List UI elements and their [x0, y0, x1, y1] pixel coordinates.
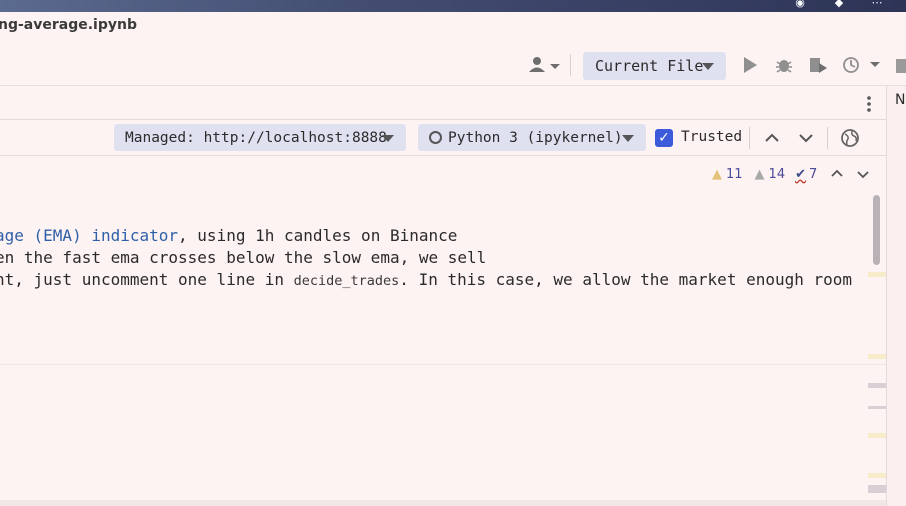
cell-line-3-post: . In this case, we allow the market enou…: [399, 270, 853, 289]
run-config-selector[interactable]: Current File: [583, 52, 726, 80]
grid-icon[interactable]: ⋯: [869, 0, 885, 12]
kernel-status-icon: [429, 131, 442, 144]
cell-line-1-text: , using 1h candles on Binance: [178, 226, 458, 245]
chevron-down-icon[interactable]: [796, 128, 816, 148]
stop-icon[interactable]: [896, 59, 906, 73]
trusted-label: Trusted: [681, 129, 743, 145]
warning-marker[interactable]: [868, 473, 886, 478]
window-title: ng-average.ipynb: [0, 17, 137, 33]
more-options-icon[interactable]: [862, 94, 876, 114]
weak-warnings-count: 14: [768, 166, 786, 182]
toolbar-separator: [827, 127, 828, 149]
chevron-down-icon: [622, 135, 634, 142]
profile-icon[interactable]: [842, 55, 882, 75]
right-tool-window-label[interactable]: No: [895, 92, 906, 108]
chevron-down-icon: [702, 63, 714, 70]
warning-marker[interactable]: [868, 354, 886, 359]
typo-icon: ✔: [795, 166, 806, 182]
chevron-up-icon[interactable]: [762, 128, 782, 148]
notebook-toolbar: Managed: http://localhost:8888 Python 3 …: [0, 120, 886, 156]
horizontal-scrollbar[interactable]: [0, 500, 886, 506]
coverage-icon[interactable]: [807, 55, 829, 75]
warning-marker[interactable]: [868, 433, 886, 438]
chevron-down-icon[interactable]: [857, 169, 869, 179]
run-config-label: Current File: [595, 57, 704, 75]
cell-line-2: en the fast ema crosses below the slow e…: [0, 248, 486, 267]
title-bar: ng-average.ipynb: [0, 12, 906, 42]
info-marker[interactable]: [868, 383, 886, 388]
cell-line-3-pre: nt, just uncomment one line in: [0, 270, 294, 289]
right-tool-strip: No: [886, 86, 906, 506]
chevron-down-icon: [382, 135, 394, 142]
main-toolbar: Current File: [0, 42, 906, 86]
dropbox-icon[interactable]: ◆: [831, 0, 847, 12]
kernel-label: Python 3 (ipykernel): [448, 129, 623, 146]
user-icon[interactable]: [525, 54, 561, 76]
ema-indicator-link[interactable]: age (EMA) indicator: [0, 226, 178, 245]
toolbar-separator: [749, 127, 750, 149]
globe-icon[interactable]: [839, 127, 861, 149]
server-label: Managed: http://localhost:8888: [125, 129, 387, 146]
editor-tab-bar: [0, 86, 886, 120]
kernel-selector[interactable]: Python 3 (ipykernel): [418, 124, 646, 151]
warning-marker[interactable]: [868, 272, 886, 277]
cell-divider: [0, 364, 886, 365]
cell-line-3: nt, just uncomment one line in decide_tr…: [0, 270, 852, 289]
cell-line-1: age (EMA) indicator, using 1h candles on…: [0, 226, 457, 245]
chevron-up-icon[interactable]: [831, 169, 843, 179]
system-menu-bar: ◉ ◆ ⋯: [0, 0, 906, 12]
inline-code: decide_trades: [293, 273, 400, 289]
warnings-count: 11: [726, 166, 743, 182]
inspection-widget[interactable]: ▲ 11 ▲ 14 ✔ 7: [712, 165, 869, 183]
toolbar-separator: [570, 54, 571, 76]
warning-icon: ▲: [712, 166, 722, 182]
weak-warning-icon: ▲: [754, 166, 765, 182]
jupyter-server-selector[interactable]: Managed: http://localhost:8888: [114, 124, 406, 151]
password-icon[interactable]: ◉: [792, 0, 808, 12]
run-icon[interactable]: [740, 55, 760, 75]
typos-count: 7: [809, 166, 818, 182]
cell-line-2-text: en the fast ema crosses below the slow e…: [0, 248, 487, 267]
info-marker[interactable]: [868, 485, 886, 493]
info-marker[interactable]: [868, 406, 886, 409]
debug-icon[interactable]: [774, 55, 794, 75]
vertical-scrollbar[interactable]: [873, 195, 880, 265]
trusted-checkbox[interactable]: ✓: [655, 129, 673, 147]
